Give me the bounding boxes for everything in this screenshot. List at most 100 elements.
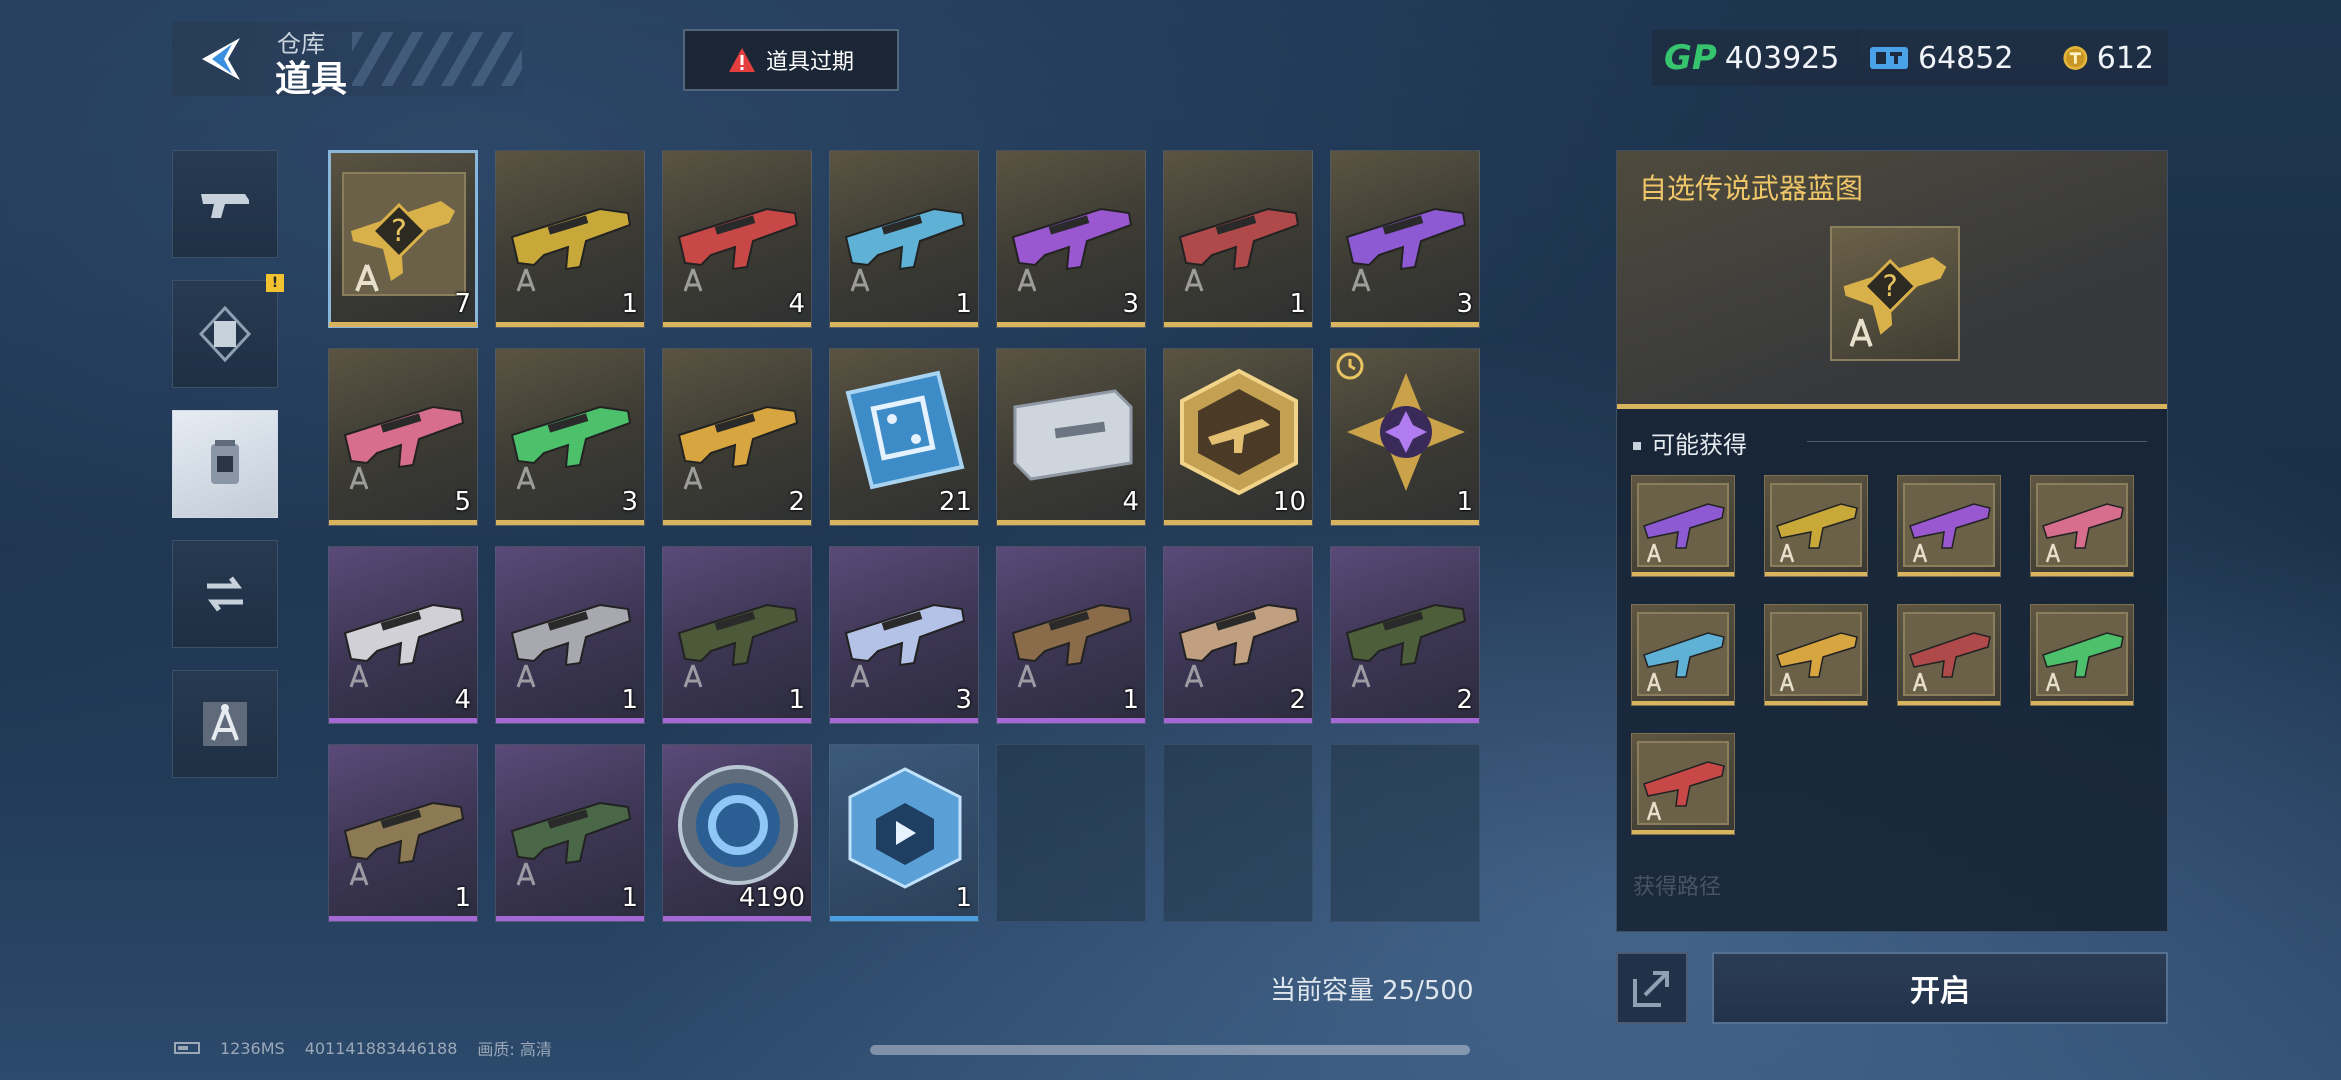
- rarity-bar: [2031, 701, 2133, 705]
- rarity-bar: [496, 322, 644, 327]
- reward-item[interactable]: [2030, 604, 2134, 706]
- rarity-bar: [830, 520, 978, 525]
- sidebar-tab-items[interactable]: [172, 410, 278, 518]
- chip-icon: [838, 367, 972, 497]
- rarity-bar: [663, 718, 811, 723]
- inventory-slot[interactable]: 1: [328, 744, 478, 922]
- reward-item[interactable]: [2030, 475, 2134, 577]
- section-title-text: 可能获得: [1651, 431, 1747, 459]
- rarity-bar: [663, 520, 811, 525]
- warning-icon: [728, 48, 755, 72]
- rarity-bar: [1898, 572, 2000, 576]
- item-count: 1: [1456, 487, 1473, 517]
- inventory-slot[interactable]: 2: [1163, 546, 1313, 724]
- item-count: 4: [1122, 487, 1139, 517]
- inventory-slot[interactable]: 1: [495, 150, 645, 328]
- share-icon: [1633, 971, 1669, 1007]
- ticket-icon: [1870, 47, 1908, 69]
- inventory-slot[interactable]: 3: [495, 348, 645, 526]
- rarity-bar: [1632, 572, 1734, 576]
- rifle-icon: [1339, 169, 1473, 299]
- reward-item[interactable]: [1631, 475, 1735, 577]
- rarity-bar: [1765, 701, 1867, 705]
- home-indicator-bar[interactable]: [870, 1045, 1470, 1055]
- sidebar-tab-weapons[interactable]: [172, 150, 278, 258]
- inventory-slot[interactable]: 1: [495, 744, 645, 922]
- item-count: 1: [454, 883, 471, 913]
- expired-items-button[interactable]: 道具过期: [683, 29, 899, 91]
- reward-item[interactable]: [1897, 604, 2001, 706]
- inventory-slot[interactable]: 1: [829, 744, 979, 922]
- rarity-bar: [997, 520, 1145, 525]
- inventory-slot[interactable]: 1: [1163, 150, 1313, 328]
- reward-blueprint-icon: [1637, 741, 1729, 825]
- empty-slot: [1163, 744, 1313, 922]
- reward-item[interactable]: [1764, 475, 1868, 577]
- inventory-slot[interactable]: 10: [1163, 348, 1313, 526]
- reward-blueprint-icon: [1637, 483, 1729, 567]
- battery-icon: [174, 1042, 200, 1054]
- inventory-slot[interactable]: 4190: [662, 744, 812, 922]
- sidebar-tab-cards[interactable]: [172, 280, 278, 388]
- reward-blueprint-icon: [1903, 612, 1995, 696]
- inventory-slot[interactable]: 5: [328, 348, 478, 526]
- reward-blueprint-icon: [1637, 612, 1729, 696]
- rarity-bar: [997, 322, 1145, 327]
- weapon-badge-icon: [1172, 367, 1306, 497]
- supply-case-icon: [1005, 367, 1139, 497]
- sidebar-tab-blueprints[interactable]: [172, 670, 278, 778]
- inventory-slot[interactable]: 3: [1330, 150, 1480, 328]
- rifle-icon: [504, 367, 638, 497]
- reward-blueprint-icon: [1770, 483, 1862, 567]
- reward-item[interactable]: [1897, 475, 2001, 577]
- inventory-slot[interactable]: 1: [996, 546, 1146, 724]
- open-button[interactable]: 开启: [1712, 952, 2168, 1024]
- pistol-icon: [201, 194, 249, 218]
- reward-item[interactable]: [1631, 733, 1735, 835]
- inventory-slot[interactable]: 2: [1330, 546, 1480, 724]
- canister-icon: [211, 440, 239, 484]
- coin-value: 612: [2096, 40, 2154, 76]
- item-count: 1: [621, 289, 638, 319]
- rifle-icon: [1172, 565, 1306, 695]
- reward-item[interactable]: [1631, 604, 1735, 706]
- ticket-currency: 64852: [1856, 30, 2050, 86]
- inventory-slot[interactable]: 1: [829, 150, 979, 328]
- inventory-slot[interactable]: 1: [1330, 348, 1480, 526]
- blueprint-icon: ?: [337, 169, 471, 299]
- rifle-icon: [337, 367, 471, 497]
- inventory-slot[interactable]: ? 7: [328, 150, 478, 328]
- rarity-bar: [663, 916, 811, 921]
- emblem-icon: [1339, 367, 1473, 497]
- item-count: 1: [955, 883, 972, 913]
- rarity-line: [1617, 404, 2167, 409]
- inventory-slot[interactable]: 4: [662, 150, 812, 328]
- rifle-icon: [1005, 565, 1139, 695]
- inventory-slot[interactable]: 21: [829, 348, 979, 526]
- sidebar-tab-exchange[interactable]: [172, 540, 278, 648]
- rarity-bar: [830, 718, 978, 723]
- inventory-slot[interactable]: 1: [495, 546, 645, 724]
- capacity-label: 当前容量: [1270, 976, 1375, 1006]
- share-button[interactable]: [1616, 952, 1688, 1024]
- reward-item[interactable]: [1764, 604, 1868, 706]
- back-button[interactable]: [192, 34, 246, 84]
- inventory-slot[interactable]: 4: [996, 348, 1146, 526]
- status-footer: 1236MS 401141883446188 画质: 高清: [174, 1036, 552, 1060]
- inventory-slot[interactable]: 4: [328, 546, 478, 724]
- rarity-bar: [663, 322, 811, 327]
- inventory-slot[interactable]: 1: [662, 546, 812, 724]
- rifle-icon: [1172, 169, 1306, 299]
- rifle-icon: [838, 565, 972, 695]
- inventory-slot[interactable]: 3: [996, 150, 1146, 328]
- gp-icon: GP: [1664, 38, 1717, 78]
- exchange-icon: [207, 576, 243, 612]
- expired-items-label: 道具过期: [765, 50, 854, 75]
- empty-slot: [1330, 744, 1480, 922]
- inventory-slot[interactable]: 2: [662, 348, 812, 526]
- rarity-bar: [1331, 322, 1479, 327]
- coin-icon: [2063, 46, 2088, 70]
- item-count: 2: [1289, 685, 1306, 715]
- inventory-slot[interactable]: 3: [829, 546, 979, 724]
- reward-blueprint-icon: [1770, 612, 1862, 696]
